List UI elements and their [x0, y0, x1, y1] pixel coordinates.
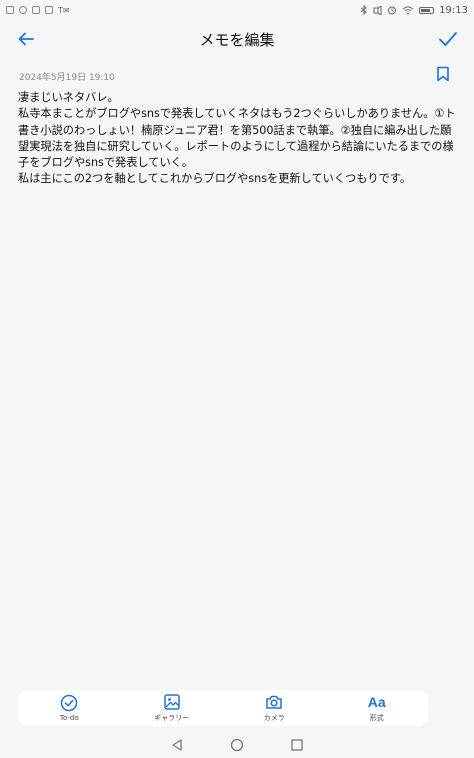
- status-time: 19:13: [439, 4, 468, 16]
- todo-button[interactable]: To-do: [24, 694, 114, 722]
- status-bar-left: T✉: [6, 6, 70, 15]
- arrow-left-icon: [18, 32, 34, 46]
- page-title: メモを編集: [199, 30, 275, 49]
- app-notification-icon: [45, 6, 53, 14]
- battery-icon: [419, 6, 435, 14]
- note-body[interactable]: 凄まじいネタバレ。 私寺本まことがブログやsnsで発表していくネタはもう2つぐら…: [18, 90, 458, 188]
- back-button[interactable]: [12, 25, 40, 53]
- bookmark-icon: [437, 66, 449, 82]
- gallery-icon: [164, 694, 180, 710]
- app-header: メモを編集: [0, 20, 474, 58]
- nav-back-button[interactable]: [167, 735, 187, 755]
- note-paragraph: 私寺本まことがブログやsnsで発表していくネタはもう2つぐらいしかありません。①…: [18, 107, 456, 170]
- note-paragraph: 私は主にこの2つを軸としてこれからブログやsnsを更新していくつもりです。: [18, 172, 412, 186]
- note-paragraph: 凄まじいネタバレ。: [18, 91, 119, 104]
- gallery-label: ギャラリー: [154, 714, 190, 722]
- note-editor[interactable]: 2024年5月19日 19:10 凄まじいネタバレ。 私寺本まことがブログやsn…: [0, 62, 474, 688]
- home-circle-icon: [230, 738, 244, 752]
- gallery-button[interactable]: ギャラリー: [127, 693, 217, 723]
- note-timestamp: 2024年5月19日 19:10: [19, 73, 115, 83]
- todo-check-icon: [61, 694, 78, 712]
- todo-label: To-do: [59, 714, 79, 722]
- wifi-icon: [402, 6, 414, 14]
- camera-label: カメラ: [263, 714, 285, 722]
- camera-button[interactable]: カメラ: [229, 693, 319, 723]
- nav-home-button[interactable]: [227, 735, 247, 755]
- format-button[interactable]: Aa 形式: [332, 693, 422, 723]
- text-format-icon: Aa: [367, 694, 386, 710]
- app-notification-icon: [32, 6, 40, 14]
- nav-recents-button[interactable]: [287, 735, 307, 755]
- bookmark-button[interactable]: [436, 66, 454, 84]
- status-bar-right: 19:13: [360, 5, 468, 16]
- silent-icon: [373, 5, 382, 15]
- bluetooth-icon: [360, 5, 367, 15]
- status-small-text: T✉: [58, 5, 70, 15]
- camera-icon: [266, 695, 282, 709]
- confirm-button[interactable]: [434, 25, 462, 53]
- editor-toolbar: To-do ギャラリー カメラ Aa 形式: [18, 690, 428, 726]
- recents-square-icon: [291, 739, 303, 751]
- format-label: 形式: [369, 714, 384, 722]
- app-notification-icon: [6, 6, 14, 14]
- status-bar: T✉ 19:13: [0, 0, 474, 20]
- alarm-icon: [388, 6, 397, 15]
- system-nav-bar: [0, 732, 474, 758]
- back-triangle-icon: [172, 739, 182, 751]
- app-notification-icon: [19, 6, 27, 14]
- checkmark-icon: [439, 32, 457, 46]
